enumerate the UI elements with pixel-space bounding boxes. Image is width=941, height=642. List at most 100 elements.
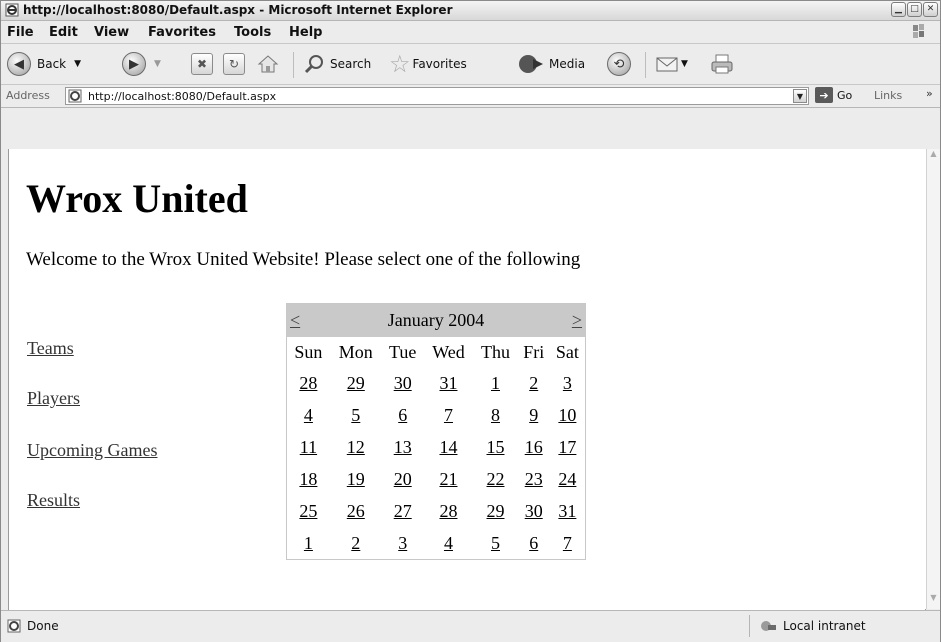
calendar-day-cell[interactable]: 5	[473, 527, 517, 559]
forward-dropdown-icon[interactable]: ▼	[154, 59, 161, 69]
calendar-day-cell[interactable]: 2	[330, 527, 382, 559]
calendar-day-link[interactable]: 5	[491, 533, 500, 553]
calendar-day-link[interactable]: 2	[351, 533, 360, 553]
vertical-scrollbar[interactable]: ▲ ▼	[926, 149, 940, 609]
menu-edit[interactable]: Edit	[49, 25, 78, 40]
calendar-day-cell[interactable]: 4	[424, 527, 474, 559]
calendar-day-cell[interactable]: 16	[518, 431, 550, 463]
calendar-next-month[interactable]: >	[572, 310, 582, 331]
link-players[interactable]: Players	[27, 388, 80, 409]
calendar-day-link[interactable]: 3	[398, 533, 407, 553]
close-button[interactable]: ✕	[923, 2, 938, 17]
calendar-day-link[interactable]: 21	[439, 469, 457, 489]
calendar-day-cell[interactable]: 30	[518, 495, 550, 527]
address-dropdown-icon[interactable]: ▼	[793, 89, 807, 103]
calendar-day-link[interactable]: 23	[525, 469, 543, 489]
forward-button[interactable]: ▶ ▼	[122, 44, 161, 84]
calendar-day-link[interactable]: 31	[558, 501, 576, 521]
calendar-day-cell[interactable]: 19	[330, 463, 382, 495]
calendar-day-cell[interactable]: 23	[518, 463, 550, 495]
calendar-day-cell[interactable]: 29	[330, 367, 382, 399]
calendar-day-link[interactable]: 29	[347, 373, 365, 393]
favorites-button[interactable]: ☆ Favorites	[389, 44, 467, 84]
calendar-day-cell[interactable]: 7	[424, 399, 474, 431]
chevron-right-icon[interactable]: »	[926, 87, 933, 100]
calendar-day-link[interactable]: 2	[529, 373, 538, 393]
menu-favorites[interactable]: Favorites	[148, 25, 216, 40]
calendar-day-link[interactable]: 4	[444, 533, 453, 553]
calendar-day-cell[interactable]: 28	[287, 367, 330, 399]
calendar-day-link[interactable]: 19	[347, 469, 365, 489]
refresh-button[interactable]: ↻	[223, 44, 245, 84]
calendar-day-cell[interactable]: 11	[287, 431, 330, 463]
mail-button[interactable]: ▼	[655, 44, 688, 84]
scroll-up-icon[interactable]: ▲	[927, 149, 940, 165]
calendar-day-cell[interactable]: 30	[382, 367, 424, 399]
calendar-day-link[interactable]: 8	[491, 405, 500, 425]
calendar-day-link[interactable]: 10	[558, 405, 576, 425]
link-results[interactable]: Results	[27, 490, 80, 511]
history-button[interactable]: ⟲	[607, 44, 631, 84]
calendar-day-link[interactable]: 20	[394, 469, 412, 489]
media-button[interactable]: Media	[517, 44, 585, 84]
calendar-day-cell[interactable]: 3	[550, 367, 585, 399]
menu-file[interactable]: File	[7, 25, 34, 40]
calendar-day-cell[interactable]: 27	[382, 495, 424, 527]
calendar-day-link[interactable]: 12	[347, 437, 365, 457]
calendar-day-link[interactable]: 1	[491, 373, 500, 393]
calendar-day-link[interactable]: 26	[347, 501, 365, 521]
calendar-day-link[interactable]: 6	[529, 533, 538, 553]
calendar-day-cell[interactable]: 1	[473, 367, 517, 399]
calendar-day-cell[interactable]: 3	[382, 527, 424, 559]
calendar-day-cell[interactable]: 8	[473, 399, 517, 431]
calendar-day-cell[interactable]: 24	[550, 463, 585, 495]
calendar-day-link[interactable]: 27	[394, 501, 412, 521]
menu-tools[interactable]: Tools	[234, 25, 271, 40]
calendar-day-cell[interactable]: 29	[473, 495, 517, 527]
calendar-day-link[interactable]: 22	[487, 469, 505, 489]
link-upcoming-games[interactable]: Upcoming Games	[27, 440, 157, 461]
calendar-day-link[interactable]: 30	[394, 373, 412, 393]
back-dropdown-icon[interactable]: ▼	[74, 59, 81, 69]
scroll-down-icon[interactable]: ▼	[927, 593, 940, 609]
calendar-day-cell[interactable]: 12	[330, 431, 382, 463]
calendar-day-cell[interactable]: 18	[287, 463, 330, 495]
calendar-day-link[interactable]: 29	[487, 501, 505, 521]
calendar-day-cell[interactable]: 14	[424, 431, 474, 463]
calendar-day-link[interactable]: 6	[398, 405, 407, 425]
calendar-day-cell[interactable]: 6	[518, 527, 550, 559]
calendar-day-link[interactable]: 24	[558, 469, 576, 489]
calendar-day-link[interactable]: 14	[439, 437, 457, 457]
calendar-day-link[interactable]: 18	[299, 469, 317, 489]
link-teams[interactable]: Teams	[27, 338, 74, 359]
calendar-day-link[interactable]: 30	[525, 501, 543, 521]
minimize-button[interactable]: ▁	[891, 2, 906, 17]
calendar-day-link[interactable]: 4	[304, 405, 313, 425]
menu-help[interactable]: Help	[289, 25, 322, 40]
calendar-day-link[interactable]: 17	[558, 437, 576, 457]
calendar-day-cell[interactable]: 20	[382, 463, 424, 495]
calendar-day-cell[interactable]: 31	[424, 367, 474, 399]
calendar-day-link[interactable]: 9	[529, 405, 538, 425]
calendar-day-cell[interactable]: 10	[550, 399, 585, 431]
calendar-day-cell[interactable]: 22	[473, 463, 517, 495]
print-button[interactable]	[709, 44, 735, 84]
calendar-day-link[interactable]: 7	[444, 405, 453, 425]
calendar-day-cell[interactable]: 26	[330, 495, 382, 527]
calendar-day-cell[interactable]: 1	[287, 527, 330, 559]
go-button[interactable]: ➔ Go	[815, 87, 852, 103]
address-input[interactable]: http://localhost:8080/Default.aspx ▼	[65, 87, 809, 105]
maximize-button[interactable]: □	[907, 2, 922, 17]
calendar-day-link[interactable]: 31	[439, 373, 457, 393]
stop-button[interactable]: ✖	[191, 44, 213, 84]
calendar-day-link[interactable]: 1	[304, 533, 313, 553]
back-button[interactable]: ◀ Back ▼	[7, 44, 81, 84]
calendar-day-link[interactable]: 28	[299, 373, 317, 393]
calendar-day-link[interactable]: 3	[563, 373, 572, 393]
menu-view[interactable]: View	[94, 25, 129, 40]
calendar-day-link[interactable]: 25	[299, 501, 317, 521]
calendar-day-cell[interactable]: 7	[550, 527, 585, 559]
mail-dropdown-icon[interactable]: ▼	[681, 59, 688, 69]
calendar-day-link[interactable]: 7	[563, 533, 572, 553]
links-toolbar[interactable]: Links	[874, 89, 902, 102]
